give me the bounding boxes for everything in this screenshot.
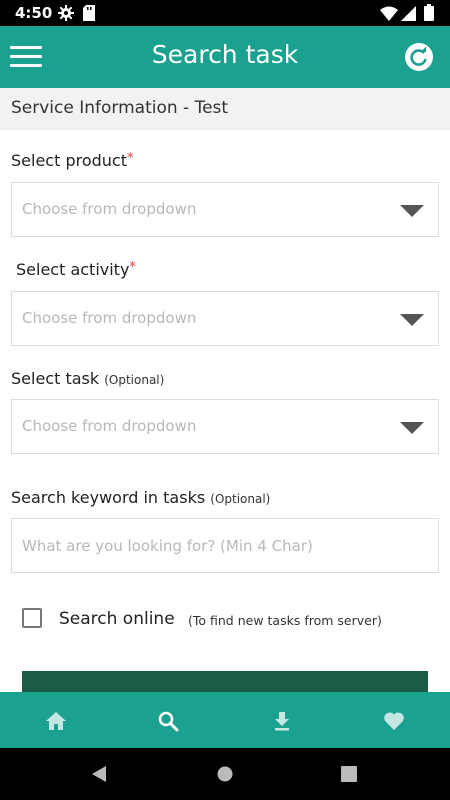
chevron-down-icon — [400, 314, 424, 326]
product-label-text: Select product — [11, 151, 127, 170]
activity-label: Select activity* — [16, 260, 136, 279]
task-label-text: Select task — [11, 369, 100, 388]
search-online-label[interactable]: Search online — [59, 609, 175, 629]
activity-dropdown[interactable]: Choose from dropdown — [11, 291, 439, 346]
product-dropdown[interactable]: Choose from dropdown — [11, 182, 439, 237]
keyword-search-input[interactable] — [11, 518, 439, 573]
search-online-checkbox[interactable] — [22, 608, 42, 628]
nav-favorites[interactable] — [338, 692, 450, 748]
heart-icon — [384, 712, 404, 730]
keyword-label-text: Search keyword in tasks — [11, 488, 206, 507]
settings-icon — [58, 5, 74, 26]
wifi-icon — [380, 6, 398, 26]
status-time: 4:50 — [15, 4, 53, 22]
app-bar: Search task — [0, 26, 450, 88]
chevron-down-icon — [400, 205, 424, 217]
sd-card-icon — [83, 5, 95, 26]
system-nav-bar — [0, 748, 450, 800]
nav-download[interactable] — [226, 692, 338, 748]
product-dropdown-placeholder: Choose from dropdown — [22, 200, 197, 218]
keyword-label: Search keyword in tasks (Optional) — [11, 488, 270, 507]
refresh-icon[interactable] — [405, 43, 433, 71]
signal-icon — [401, 6, 416, 26]
nav-search[interactable] — [112, 692, 224, 748]
recents-icon[interactable] — [341, 766, 357, 787]
chevron-down-icon — [400, 422, 424, 434]
home-circle-icon[interactable] — [216, 765, 234, 788]
required-mark: * — [126, 151, 134, 166]
bottom-nav — [0, 692, 450, 748]
battery-icon — [424, 4, 434, 26]
activity-dropdown-placeholder: Choose from dropdown — [22, 309, 197, 327]
back-icon[interactable] — [90, 765, 108, 788]
task-label: Select task (Optional) — [11, 369, 164, 388]
required-mark: * — [129, 260, 136, 275]
search-icon — [158, 711, 179, 732]
status-bar: 4:50 — [0, 0, 450, 26]
page-title: Search task — [151, 40, 299, 69]
section-header: Service Information - Test — [0, 88, 450, 130]
optional-note: (Optional) — [210, 492, 271, 506]
search-online-hint: (To find new tasks from server) — [188, 613, 382, 628]
task-dropdown-placeholder: Choose from dropdown — [22, 417, 197, 435]
optional-note: (Optional) — [104, 373, 165, 387]
nav-home[interactable] — [0, 692, 112, 748]
section-header-text: Service Information - Test — [11, 98, 229, 118]
home-icon — [46, 712, 66, 730]
task-dropdown[interactable]: Choose from dropdown — [11, 399, 439, 454]
activity-label-text: Select activity — [16, 260, 130, 279]
download-icon — [275, 712, 289, 731]
product-label: Select product* — [11, 151, 133, 170]
